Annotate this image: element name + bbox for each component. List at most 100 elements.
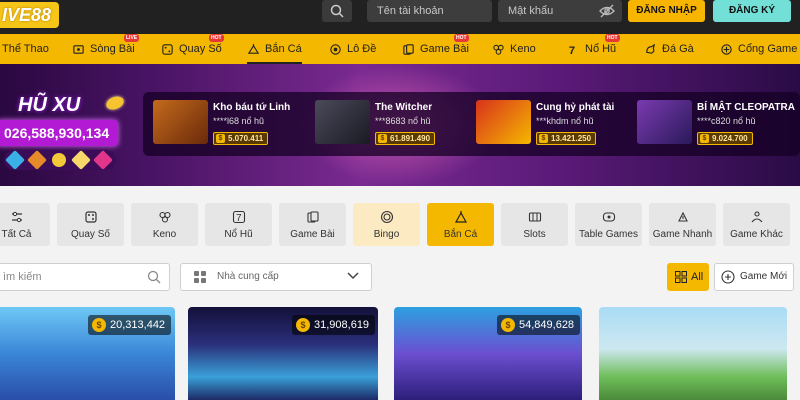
nav-item-lo-de[interactable]: Lô Đề bbox=[329, 34, 376, 64]
category-game-khac[interactable]: Game Khác bbox=[723, 203, 790, 246]
winner-game-name: Kho báu tứ Linh bbox=[213, 102, 291, 113]
winner-player: ***8683 nổ hũ bbox=[375, 116, 431, 126]
top-header: IVE88 ĐĂNG NHẬP ĐĂNG KÝ bbox=[0, 0, 800, 34]
jackpot-winner-card[interactable]: The Witcher ***8683 nổ hũ 61.891.490 bbox=[311, 96, 471, 152]
category-quay-so[interactable]: Quay Số bbox=[57, 203, 124, 246]
category-label: Nổ Hũ bbox=[224, 228, 253, 240]
hot-badge: HOT bbox=[209, 34, 224, 42]
new-game-icon bbox=[721, 270, 735, 284]
nav-item-ban-ca[interactable]: Bắn Cá bbox=[247, 34, 302, 64]
category-tat-ca[interactable]: Tất Cả bbox=[0, 203, 50, 246]
nav-item-label: Cổng Game bbox=[738, 43, 798, 55]
winner-player: ****c820 nổ hũ bbox=[697, 116, 756, 126]
game-card[interactable]: 31,908,619 bbox=[188, 307, 378, 400]
slots-icon bbox=[528, 211, 541, 222]
filter-new-label: Game Mới bbox=[740, 271, 788, 282]
winner-game-name: BÍ MẬT CLEOPATRA bbox=[697, 102, 795, 113]
slot-icon: 7 bbox=[569, 45, 575, 56]
hot-badge: HOT bbox=[605, 34, 620, 42]
winner-amount: 61.891.490 bbox=[375, 132, 436, 145]
category-table-games[interactable]: Table Games bbox=[575, 203, 642, 246]
search-placeholder: ìm kiếm bbox=[3, 271, 42, 283]
nav-item-label: Bắn Cá bbox=[265, 43, 302, 55]
nav-item-quay-so[interactable]: Quay Số HOT bbox=[161, 34, 224, 64]
game-thumbnail bbox=[315, 100, 370, 144]
jackpot-winner-card[interactable]: Kho báu tứ Linh ****l68 nổ hũ 5.070.411 bbox=[149, 96, 309, 152]
coin-icon bbox=[104, 94, 126, 112]
category-no-hu[interactable]: 7 Nổ Hũ bbox=[205, 203, 272, 246]
cockfight-icon bbox=[646, 43, 656, 54]
jackpot-winners-strip: Kho báu tứ Linh ****l68 nổ hũ 5.070.411 … bbox=[143, 92, 800, 156]
category-label: Game Khác bbox=[730, 228, 783, 240]
svg-text:7: 7 bbox=[236, 213, 242, 224]
jackpot-title: HŨ XU bbox=[18, 94, 81, 116]
other-games-icon bbox=[751, 210, 762, 222]
fishing-icon bbox=[247, 43, 260, 54]
game-card[interactable] bbox=[599, 307, 787, 400]
star-icon bbox=[71, 150, 91, 170]
nav-item-game-bai[interactable]: Game Bài HOT bbox=[402, 34, 469, 64]
gem-row bbox=[4, 150, 116, 170]
eye-slash-icon[interactable] bbox=[599, 4, 615, 18]
playing-cards-icon bbox=[306, 210, 319, 223]
game-thumbnail bbox=[153, 100, 208, 144]
nav-item-label: Sòng Bài bbox=[90, 43, 135, 55]
nav-item-label: Thể Thao bbox=[2, 43, 49, 55]
nav-item-label: Đá Gà bbox=[662, 43, 694, 55]
username-field[interactable] bbox=[367, 0, 492, 22]
search-icon bbox=[330, 4, 344, 18]
fish-shooter-icon bbox=[454, 210, 467, 223]
winner-amount: 13.421.250 bbox=[536, 132, 597, 145]
winner-amount: 5.070.411 bbox=[213, 132, 269, 145]
game-thumbnail bbox=[476, 100, 531, 144]
category-game-nhanh[interactable]: Game Nhanh bbox=[649, 203, 716, 246]
search-icon[interactable] bbox=[147, 270, 161, 284]
nav-item-no-hu[interactable]: 7 Nổ Hũ HOT bbox=[567, 34, 620, 64]
register-button[interactable]: ĐĂNG KÝ bbox=[713, 0, 791, 22]
jackpot-winner-card[interactable]: BÍ MẬT CLEOPATRA ****c820 nổ hũ 9.024.70… bbox=[633, 96, 797, 152]
bingo-icon bbox=[380, 210, 393, 223]
category-keno[interactable]: Keno bbox=[131, 203, 198, 246]
nav-item-cong-game[interactable]: Cổng Game bbox=[720, 34, 797, 64]
filter-all-button[interactable]: All bbox=[667, 263, 709, 291]
live-badge: LIVE bbox=[124, 34, 140, 42]
nav-item-keno[interactable]: Keno bbox=[492, 34, 536, 64]
game-search-input[interactable]: ìm kiếm bbox=[0, 263, 170, 291]
gem-icon bbox=[93, 150, 113, 170]
site-logo[interactable]: IVE88 bbox=[0, 2, 60, 28]
nav-item-label: Quay Số bbox=[179, 43, 222, 55]
grid-icon bbox=[194, 271, 206, 283]
nav-item-label: Keno bbox=[510, 43, 536, 55]
category-game-bai[interactable]: Game Bài bbox=[279, 203, 346, 246]
nav-item-da-ga[interactable]: Đá Gà bbox=[644, 34, 694, 64]
winner-player: ****l68 nổ hũ bbox=[213, 116, 265, 126]
category-bingo[interactable]: Bingo bbox=[353, 203, 420, 246]
game-card[interactable]: 54,849,628 bbox=[394, 307, 582, 400]
fast-game-icon bbox=[677, 211, 688, 222]
game-jackpot: 31,908,619 bbox=[292, 315, 376, 335]
login-button[interactable]: ĐĂNG NHẬP bbox=[628, 0, 705, 22]
nav-item-song-bai[interactable]: Sòng Bài LIVE bbox=[72, 34, 140, 64]
winner-player: ***khdm nổ hũ bbox=[536, 116, 594, 126]
keno-balls-icon bbox=[158, 211, 171, 223]
jackpot-winner-card[interactable]: Cung hỷ phát tài ***khdm nổ hũ 13.421.25… bbox=[472, 96, 632, 152]
nav-item-label: Game Bài bbox=[420, 43, 469, 55]
header-search-button[interactable] bbox=[322, 0, 352, 22]
category-label: Game Bài bbox=[290, 228, 335, 240]
jackpot-banner: HŨ XU 026,588,930,134 Kho báu tứ Linh **… bbox=[0, 64, 800, 186]
provider-dropdown[interactable]: Nhà cung cấp bbox=[180, 263, 372, 291]
keno-icon bbox=[493, 44, 504, 55]
category-ban-ca[interactable]: Bắn Cá bbox=[427, 203, 494, 246]
category-slots[interactable]: Slots bbox=[501, 203, 568, 246]
category-label: Game Nhanh bbox=[652, 228, 713, 240]
nav-item-the-thao[interactable]: Thể Thao bbox=[2, 34, 49, 64]
casino-icon bbox=[73, 44, 84, 54]
filter-new-games-button[interactable]: Game Mới bbox=[714, 263, 794, 291]
hot-badge: HOT bbox=[454, 34, 469, 42]
category-label: Table Games bbox=[579, 228, 638, 240]
table-games-icon bbox=[602, 211, 615, 222]
category-label: Quay Số bbox=[71, 228, 110, 240]
game-card[interactable]: 20,313,442 bbox=[0, 307, 175, 400]
coin-icon bbox=[49, 150, 69, 170]
seven-icon: 7 bbox=[232, 210, 245, 224]
